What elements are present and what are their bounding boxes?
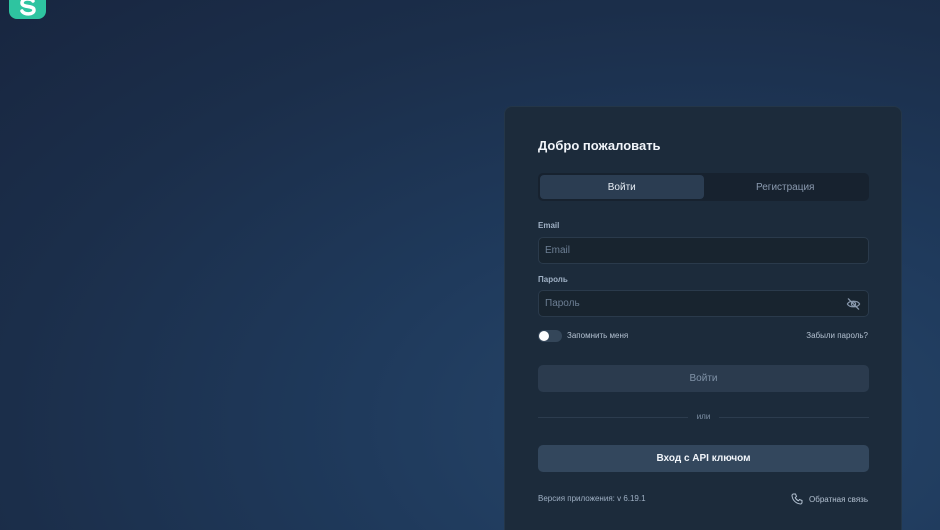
email-label: Email — [538, 221, 560, 230]
email-field-wrap — [538, 237, 869, 264]
password-field[interactable] — [539, 291, 868, 316]
remember-toggle[interactable] — [538, 330, 562, 342]
password-field-wrap — [538, 290, 869, 317]
feedback-link[interactable]: Обратная связь — [791, 493, 868, 505]
remember-label: Запомнить меня — [567, 331, 629, 340]
app-version: Версия приложения: v 6.19.1 — [538, 494, 646, 503]
password-label: Пароль — [538, 275, 568, 284]
tab-register[interactable]: Регистрация — [704, 175, 868, 199]
login-button[interactable]: Войти — [538, 365, 869, 392]
tab-login[interactable]: Войти — [540, 175, 704, 199]
card-title: Добро пожаловать — [538, 138, 661, 153]
forgot-password-link[interactable]: Забыли пароль? — [806, 331, 868, 340]
divider-line-right — [719, 417, 869, 418]
email-field[interactable] — [539, 238, 868, 263]
app-logo[interactable] — [9, 0, 46, 19]
login-card: Добро пожаловать Войти Регистрация Email… — [504, 106, 902, 530]
eye-off-icon[interactable] — [846, 297, 861, 311]
or-divider: или — [538, 412, 869, 422]
toggle-knob — [539, 331, 549, 341]
phone-icon — [791, 493, 803, 505]
logo-s-icon — [19, 0, 36, 16]
feedback-label: Обратная связь — [809, 494, 868, 504]
auth-tabs: Войти Регистрация — [538, 173, 869, 201]
api-key-login-button[interactable]: Вход с API ключом — [538, 445, 869, 472]
